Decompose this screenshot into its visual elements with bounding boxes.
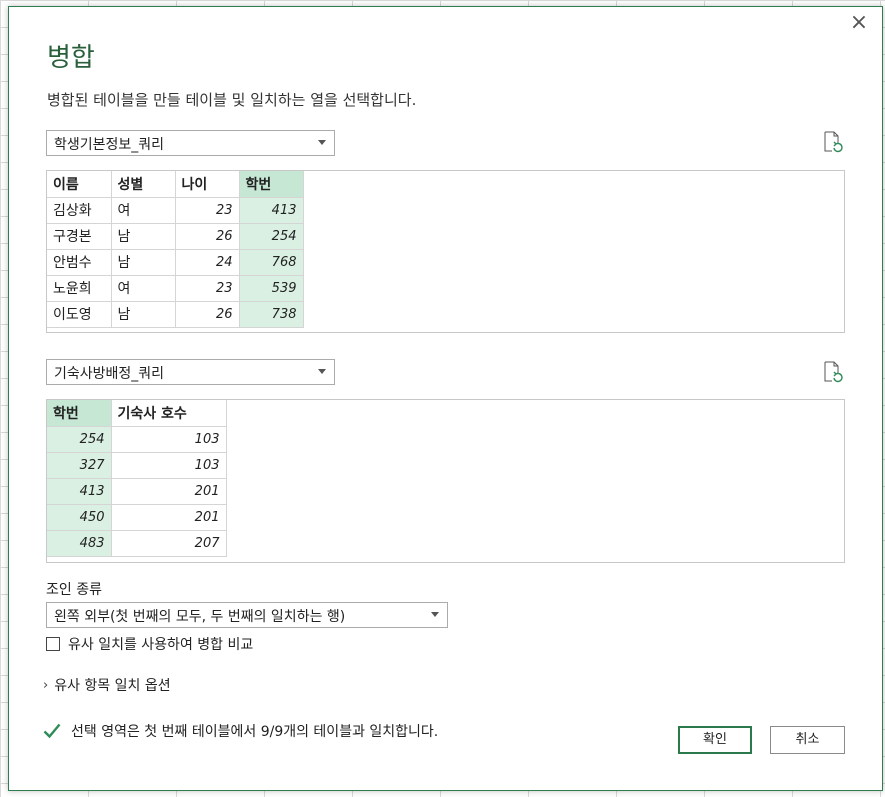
fuzzy-match-option[interactable]: 유사 일치를 사용하여 병합 비교 xyxy=(46,634,253,654)
match-status-text: 선택 영역은 첫 번째 테이블에서 9/9개의 테이블과 일치합니다. xyxy=(71,724,439,740)
table-cell: 26 xyxy=(175,301,240,328)
dialog-description: 병합된 테이블을 만들 테이블 및 일치하는 열을 선택합니다. xyxy=(47,91,417,109)
table-cell: 103 xyxy=(111,452,227,479)
table-cell: 구경본 xyxy=(47,223,112,250)
table-cell: 여 xyxy=(111,275,176,302)
column-header[interactable]: 학번 xyxy=(47,400,112,427)
table-cell: 254 xyxy=(239,223,304,250)
table1-grid: 이름 성별 나이 학번 김상화 여 23 413 구경본 남 26 254 안범수 남 24 768 노윤희 여… xyxy=(47,171,304,328)
table-cell: 413 xyxy=(239,197,304,224)
table-row: 254 103 xyxy=(47,426,227,453)
chevron-down-icon xyxy=(431,612,439,617)
table-cell: 여 xyxy=(111,197,176,224)
table-cell: 103 xyxy=(111,426,227,453)
refresh-preview-icon[interactable] xyxy=(823,361,843,383)
table-cell: 327 xyxy=(47,452,112,479)
chevron-down-icon xyxy=(318,140,326,145)
table-cell: 768 xyxy=(239,249,304,276)
table-cell: 450 xyxy=(47,504,112,531)
table-cell: 201 xyxy=(111,478,227,505)
join-kind-label: 조인 종류 xyxy=(46,582,102,598)
table-row: 안범수 남 24 768 xyxy=(47,249,304,276)
chevron-right-icon: › xyxy=(43,677,49,693)
table-cell: 483 xyxy=(47,530,112,557)
table-cell: 413 xyxy=(47,478,112,505)
fuzzy-match-checkbox[interactable] xyxy=(46,637,60,651)
column-header[interactable]: 나이 xyxy=(175,171,240,198)
column-header[interactable]: 이름 xyxy=(47,171,112,198)
table-row: 노윤희 여 23 539 xyxy=(47,275,304,302)
dialog-title: 병합 xyxy=(47,43,95,73)
table-cell: 24 xyxy=(175,249,240,276)
fuzzy-match-label: 유사 일치를 사용하여 병합 비교 xyxy=(68,637,254,653)
table-cell: 26 xyxy=(175,223,240,250)
table2-select[interactable]: 기숙사방배정_쿼리 xyxy=(46,359,335,385)
merge-dialog: × 병합 병합된 테이블을 만들 테이블 및 일치하는 열을 선택합니다. 학생… xyxy=(8,6,883,791)
column-header[interactable]: 학번 xyxy=(239,171,304,198)
table-cell: 남 xyxy=(111,301,176,328)
table-cell: 207 xyxy=(111,530,227,557)
fuzzy-options-label: 유사 항목 일치 옵션 xyxy=(54,678,171,694)
table-cell: 남 xyxy=(111,223,176,250)
join-kind-select[interactable]: 왼쪽 외부(첫 번째의 모두, 두 번째의 일치하는 행) xyxy=(46,602,448,628)
table-cell: 201 xyxy=(111,504,227,531)
table-cell: 김상화 xyxy=(47,197,112,224)
table-cell: 이도영 xyxy=(47,301,112,328)
table-row: 김상화 여 23 413 xyxy=(47,197,304,224)
table-cell: 노윤희 xyxy=(47,275,112,302)
chevron-down-icon xyxy=(318,369,326,374)
join-kind-value: 왼쪽 외부(첫 번째의 모두, 두 번째의 일치하는 행) xyxy=(54,609,346,625)
table-cell: 남 xyxy=(111,249,176,276)
fuzzy-options-expander[interactable]: › 유사 항목 일치 옵션 xyxy=(43,675,171,695)
ok-button[interactable]: 확인 xyxy=(678,726,752,754)
refresh-preview-icon[interactable] xyxy=(823,131,843,153)
table2-select-value: 기숙사방배정_쿼리 xyxy=(54,366,165,382)
table-cell: 안범수 xyxy=(47,249,112,276)
table-row: 327 103 xyxy=(47,452,227,479)
table-cell: 539 xyxy=(239,275,304,302)
checkmark-icon xyxy=(43,723,61,739)
table-cell: 23 xyxy=(175,275,240,302)
table2-grid: 학번 기숙사 호수 254 103 327 103 413 201 450 201 483 207 xyxy=(47,400,227,557)
table2-preview: 학번 기숙사 호수 254 103 327 103 413 201 450 201 483 207 xyxy=(46,399,845,563)
table-row: 구경본 남 26 254 xyxy=(47,223,304,250)
table1-preview: 이름 성별 나이 학번 김상화 여 23 413 구경본 남 26 254 안범수 남 24 768 노윤희 여… xyxy=(46,170,845,333)
column-header[interactable]: 성별 xyxy=(111,171,176,198)
table-cell: 738 xyxy=(239,301,304,328)
cancel-button[interactable]: 취소 xyxy=(770,726,845,754)
table1-select-value: 학생기본정보_쿼리 xyxy=(54,137,165,153)
column-header[interactable]: 기숙사 호수 xyxy=(111,400,227,427)
table-row: 450 201 xyxy=(47,504,227,531)
table1-select[interactable]: 학생기본정보_쿼리 xyxy=(46,130,335,156)
table-cell: 23 xyxy=(175,197,240,224)
table-row: 이도영 남 26 738 xyxy=(47,301,304,328)
table-cell: 254 xyxy=(47,426,112,453)
close-icon[interactable]: × xyxy=(848,12,870,35)
match-status: 선택 영역은 첫 번째 테이블에서 9/9개의 테이블과 일치합니다. xyxy=(43,721,438,741)
table-row: 413 201 xyxy=(47,478,227,505)
table-row: 483 207 xyxy=(47,530,227,557)
